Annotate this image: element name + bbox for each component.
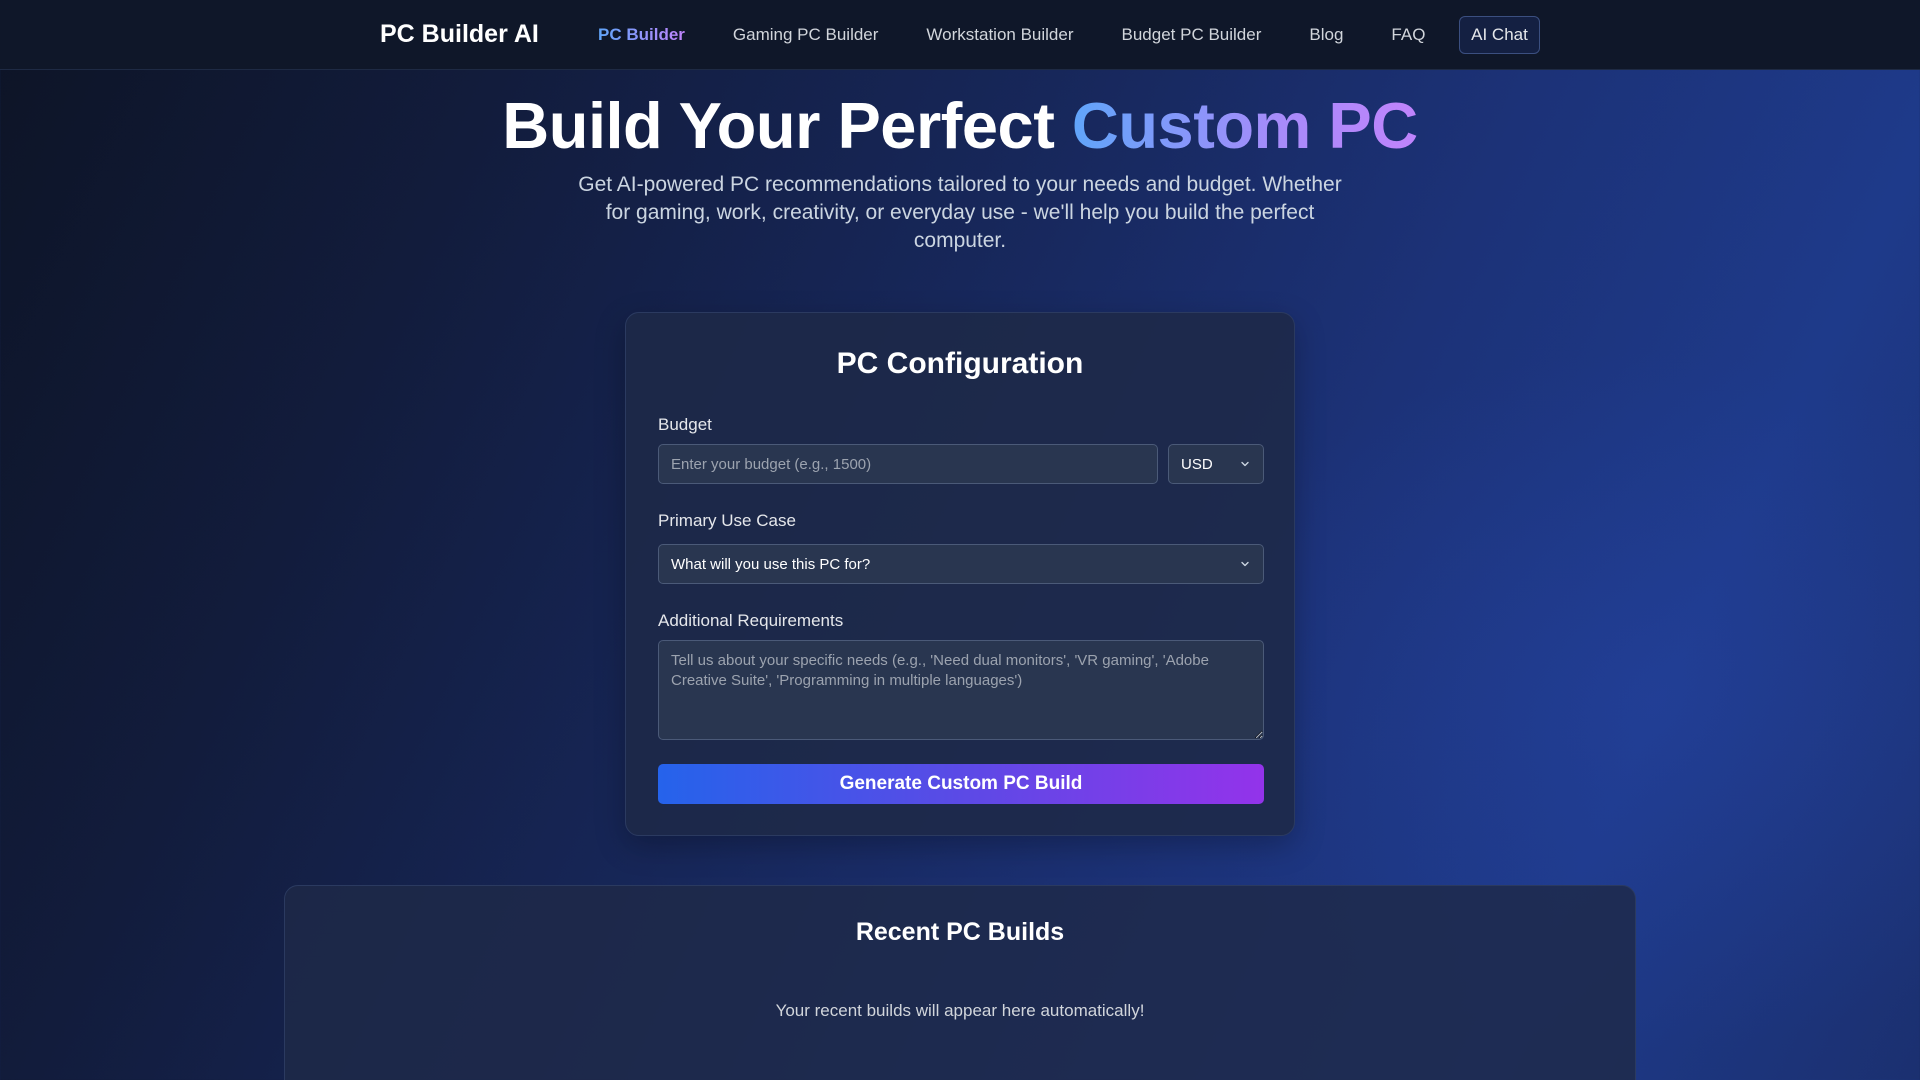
nav-link-gaming-pc-builder[interactable]: Gaming PC Builder [733, 25, 879, 45]
hero-subtitle: Get AI-powered PC recommendations tailor… [578, 173, 1342, 252]
nav-links: PC Builder Gaming PC Builder Workstation… [598, 0, 1473, 70]
nav-link-faq[interactable]: FAQ [1391, 25, 1425, 45]
chevron-down-icon [1241, 461, 1249, 467]
hero-title-accent: Custom PC [1071, 89, 1418, 162]
requirements-label: Additional Requirements [658, 611, 844, 630]
pc-configuration-card: PC Configuration Budget USD Primary Use … [625, 312, 1295, 836]
nav-link-pc-builder[interactable]: PC Builder [598, 25, 685, 45]
hero-title: Build Your Perfect Custom PC [0, 88, 1920, 163]
chevron-down-icon [1241, 561, 1249, 567]
budget-label: Budget [658, 415, 712, 434]
generate-build-button[interactable]: Generate Custom PC Build [658, 764, 1264, 804]
brand-logo[interactable]: PC Builder AI [380, 20, 539, 49]
card-title: PC Configuration [836, 347, 1084, 380]
nav-link-budget-pc-builder[interactable]: Budget PC Builder [1122, 25, 1262, 45]
requirements-textarea[interactable] [658, 640, 1264, 740]
currency-select[interactable]: USD [1168, 444, 1264, 484]
nav-link-workstation-builder[interactable]: Workstation Builder [926, 25, 1073, 45]
recent-builds-empty-text: Your recent builds will appear here auto… [775, 1001, 1145, 1020]
budget-input[interactable] [658, 444, 1158, 484]
recent-builds-section: Recent PC Builds Your recent builds will… [284, 885, 1636, 1080]
use-case-select[interactable]: What will you use this PC for? [658, 544, 1264, 584]
use-case-label: Primary Use Case [658, 511, 796, 530]
use-case-value: What will you use this PC for? [671, 555, 871, 573]
top-navbar: PC Builder AI PC Builder Gaming PC Build… [0, 0, 1920, 70]
ai-chat-button[interactable]: AI Chat [1459, 16, 1540, 54]
recent-builds-title: Recent PC Builds [855, 918, 1065, 946]
hero-title-main: Build Your Perfect [502, 89, 1072, 162]
currency-value: USD [1181, 455, 1213, 473]
nav-link-blog[interactable]: Blog [1309, 25, 1343, 45]
